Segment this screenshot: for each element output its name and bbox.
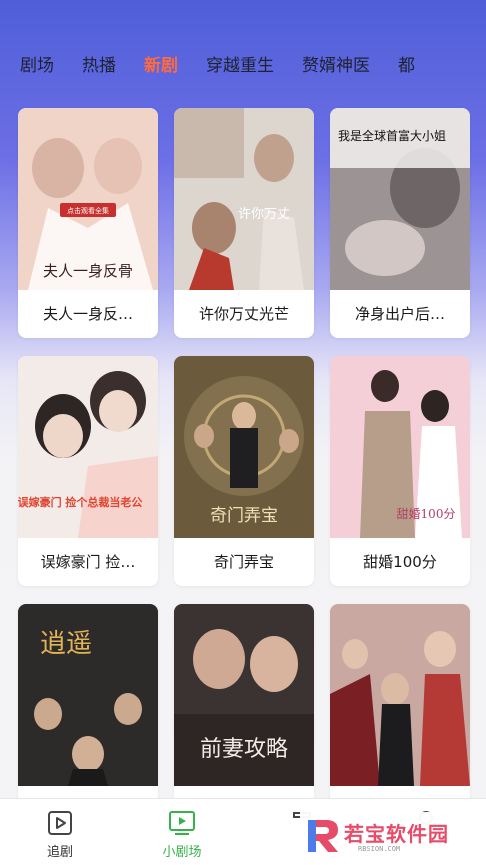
drama-title: 净身出户后… <box>354 305 445 323</box>
tab-urban[interactable]: 都 <box>398 54 415 78</box>
tab-son-in-law[interactable]: 赘婿神医 <box>302 54 370 78</box>
drama-poster <box>330 604 470 786</box>
drama-title: 夫人一身反… <box>42 305 133 323</box>
drama-title: 误嫁豪门 捡… <box>40 553 136 571</box>
drama-card[interactable]: 点击观看全集 夫人一身反骨 夫人一身反… <box>18 108 158 338</box>
poster-title: 许你万丈 <box>238 207 290 222</box>
poster-title: 夫人一身反骨 <box>43 262 133 280</box>
poster-title: 奇门弄宝 <box>210 506 278 526</box>
drama-poster: 我是全球首富大小姐 <box>330 108 470 290</box>
watermark: 若宝软件园 RBSION.COM <box>300 812 480 860</box>
drama-card[interactable]: 误嫁豪门 捡个总裁当老公 误嫁豪门 捡… <box>18 356 158 586</box>
drama-poster: 许你万丈 <box>174 108 314 290</box>
watermark-url: RBSION.COM <box>358 845 401 853</box>
tab-theater[interactable]: 剧场 <box>20 54 54 78</box>
poster-title: 逍遥 <box>40 629 92 659</box>
drama-card[interactable]: 奇门弄宝 奇门弄宝 <box>174 356 314 586</box>
drama-title: 甜婚100分 <box>363 553 437 571</box>
drama-poster: 点击观看全集 夫人一身反骨 <box>18 108 158 290</box>
drama-card[interactable]: 许你万丈 许你万丈光芒 <box>174 108 314 338</box>
drama-poster: 甜婚100分 <box>330 356 470 538</box>
nav-label: 小剧场 <box>162 845 202 860</box>
drama-card[interactable]: 我是全球首富大小姐 净身出户后… <box>330 108 470 338</box>
poster-title: 甜婚100分 <box>397 507 456 521</box>
watermark-logo <box>308 820 338 852</box>
play-box-icon <box>48 811 72 835</box>
drama-card[interactable]: 甜婚100分 甜婚100分 <box>330 356 470 586</box>
drama-poster: 误嫁豪门 捡个总裁当老公 <box>18 356 158 538</box>
nav-label: 追剧 <box>46 845 73 860</box>
drama-poster: 奇门弄宝 <box>174 356 314 538</box>
tv-play-icon <box>169 811 195 835</box>
tab-time-travel[interactable]: 穿越重生 <box>206 54 274 78</box>
drama-poster: 前妻攻略 <box>174 604 314 786</box>
nav-mini-theater[interactable]: 小剧场 <box>142 809 222 860</box>
tab-new[interactable]: 新剧 <box>144 54 178 78</box>
watermark-name: 若宝软件园 <box>344 822 449 846</box>
tab-hot[interactable]: 热播 <box>82 54 116 78</box>
poster-title: 前妻攻略 <box>200 737 288 762</box>
drama-poster: 逍遥 <box>18 604 158 786</box>
drama-title: 奇门弄宝 <box>213 553 274 571</box>
poster-title: 误嫁豪门 捡个总裁当老公 <box>18 495 142 509</box>
poster-title: 我是全球首富大小姐 <box>338 128 446 143</box>
category-tabs: 剧场 热播 新剧 穿越重生 赘婿神医 都 <box>0 0 486 92</box>
nav-follow-drama[interactable]: 追剧 <box>20 809 100 860</box>
poster-badge: 点击观看全集 <box>67 206 109 215</box>
drama-grid: 点击观看全集 夫人一身反骨 夫人一身反… 许你万丈 许你万丈光芒 我是全球首富大… <box>18 108 470 834</box>
drama-title: 许你万丈光芒 <box>198 305 289 323</box>
